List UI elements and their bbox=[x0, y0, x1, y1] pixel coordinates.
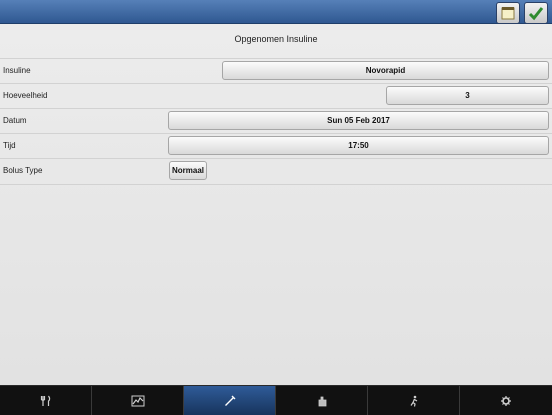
running-person-icon bbox=[410, 395, 417, 407]
notepad-button[interactable] bbox=[496, 2, 520, 24]
hand-icon bbox=[318, 396, 326, 406]
confirm-button[interactable] bbox=[524, 2, 548, 24]
bolus-type-button[interactable]: Normaal bbox=[169, 161, 207, 180]
row-tijd: Tijd 17:50 bbox=[0, 133, 552, 159]
top-bar bbox=[0, 0, 552, 24]
bolus-type-label: Bolus Type bbox=[3, 166, 43, 175]
row-bolus-type: Bolus Type Normaal bbox=[0, 158, 552, 185]
chart-icon bbox=[131, 395, 144, 406]
page-title: Opgenomen Insuline bbox=[234, 34, 318, 44]
form-panel: Opgenomen Insuline Insuline Novorapid Ho… bbox=[0, 24, 552, 385]
gear-icon bbox=[501, 395, 511, 406]
tab-food[interactable] bbox=[0, 386, 92, 415]
date-picker[interactable]: Sun 05 Feb 2017 bbox=[168, 111, 549, 130]
fork-knife-icon bbox=[40, 395, 50, 406]
amount-field[interactable]: 3 bbox=[386, 86, 549, 105]
tab-hand[interactable] bbox=[276, 386, 368, 415]
insuline-selector[interactable]: Novorapid bbox=[222, 61, 549, 80]
row-insuline: Insuline Novorapid bbox=[0, 58, 552, 84]
tab-activity[interactable] bbox=[368, 386, 460, 415]
tab-insulin[interactable] bbox=[184, 386, 276, 415]
time-picker[interactable]: 17:50 bbox=[168, 136, 549, 155]
checkmark-icon bbox=[528, 7, 544, 21]
row-datum: Datum Sun 05 Feb 2017 bbox=[0, 108, 552, 134]
tab-settings[interactable] bbox=[460, 386, 552, 415]
syringe-icon bbox=[224, 395, 235, 406]
row-hoeveelheid: Hoeveelheid 3 bbox=[0, 83, 552, 109]
hoeveelheid-label: Hoeveelheid bbox=[3, 91, 48, 100]
tijd-label: Tijd bbox=[3, 141, 16, 150]
tab-chart[interactable] bbox=[92, 386, 184, 415]
notepad-icon bbox=[501, 7, 515, 20]
datum-label: Datum bbox=[3, 116, 27, 125]
bottom-tab-bar bbox=[0, 385, 552, 415]
insuline-label: Insuline bbox=[3, 66, 31, 75]
